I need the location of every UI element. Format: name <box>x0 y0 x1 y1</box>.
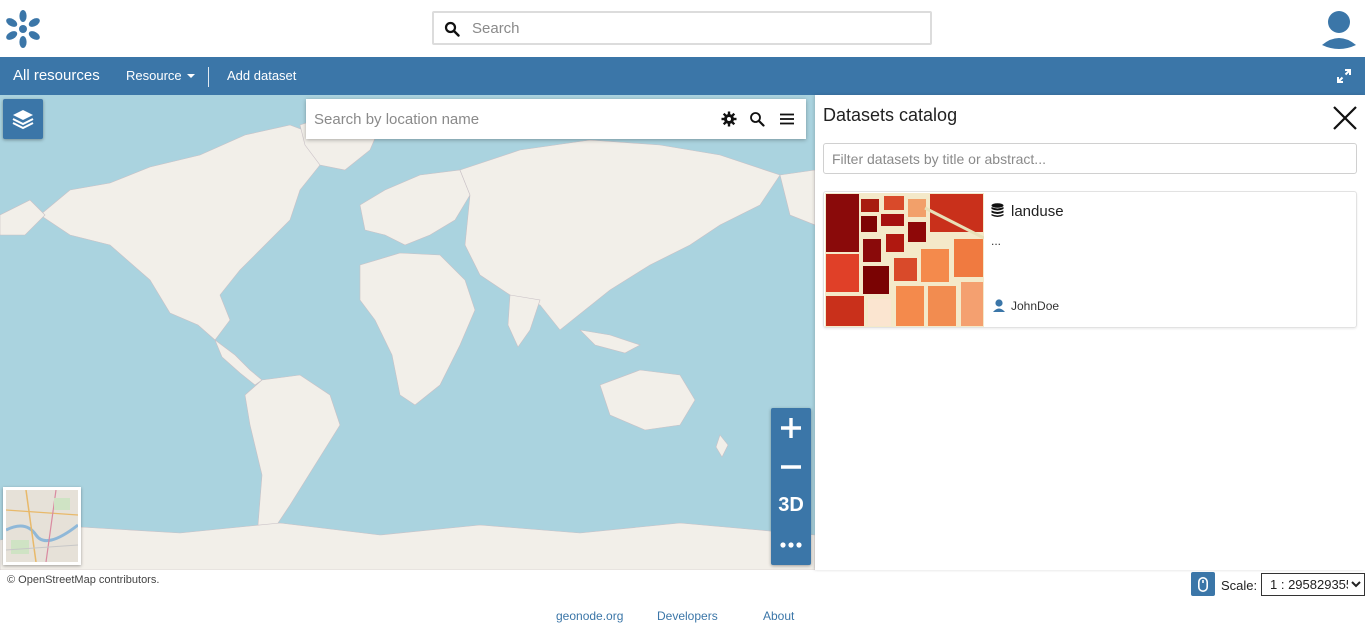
dataset-thumbnail <box>825 193 984 327</box>
nav-add-dataset[interactable]: Add dataset <box>227 68 296 83</box>
location-search-bar <box>306 99 806 139</box>
nav-bar: All resources Resource Add dataset <box>0 57 1365 95</box>
world-map[interactable] <box>0 95 815 570</box>
layers-icon <box>12 110 34 130</box>
footer-link-about[interactable]: About <box>763 609 794 623</box>
caret-down-icon <box>186 74 195 78</box>
search-icon <box>444 21 460 37</box>
dataset-owner[interactable]: JohnDoe <box>1011 299 1059 313</box>
datasets-catalog-panel: Datasets catalog Filter datasets by titl… <box>815 95 1365 570</box>
more-options-button[interactable] <box>771 525 811 564</box>
scale-label: Scale: <box>1221 578 1258 593</box>
zoom-out-button[interactable] <box>771 447 811 486</box>
nav-resource-label: Resource <box>126 68 182 83</box>
map-viewer[interactable]: 3D <box>0 95 815 570</box>
dataset-name[interactable]: landuse <box>1011 203 1064 220</box>
map-attribution: © OpenStreetMap contributors. <box>7 574 160 586</box>
zoom-in-button[interactable] <box>771 408 811 447</box>
catalog-filter <box>823 143 1357 174</box>
minus-icon <box>781 464 801 469</box>
landuse-thumbnail-image <box>825 193 984 327</box>
global-search[interactable] <box>432 11 932 45</box>
database-icon <box>991 203 1004 217</box>
catalog-title: Datasets catalog <box>823 105 958 125</box>
close-icon[interactable] <box>1331 104 1359 132</box>
toggle-3d-button[interactable]: 3D <box>771 486 811 525</box>
dataset-abstract: ... <box>991 234 1002 248</box>
expand-icon[interactable] <box>1337 69 1351 83</box>
footer-link-geonode[interactable]: geonode.org <box>556 609 623 623</box>
location-search-input[interactable] <box>314 107 704 131</box>
scale-select[interactable]: 1 : 295829355 <box>1261 573 1365 596</box>
footer-link-developers[interactable]: Developers <box>657 609 718 623</box>
mouse-position-button[interactable] <box>1191 572 1215 596</box>
layers-button[interactable] <box>3 99 43 139</box>
user-avatar-icon[interactable] <box>1320 9 1358 49</box>
map-controls: 3D <box>771 408 811 565</box>
nav-all-resources[interactable]: All resources <box>13 67 100 84</box>
search-icon[interactable] <box>749 111 765 127</box>
gear-icon[interactable] <box>721 111 737 127</box>
user-icon <box>993 299 1005 312</box>
background-switcher-thumbnail[interactable] <box>3 487 81 565</box>
mouse-icon <box>1198 576 1208 592</box>
top-header <box>0 0 1365 57</box>
nav-resource-dropdown[interactable]: Resource <box>126 68 195 83</box>
geonode-logo-icon[interactable] <box>3 9 43 49</box>
nav-divider <box>208 67 209 87</box>
ellipsis-icon <box>780 541 802 548</box>
catalog-filter-input[interactable] <box>832 149 1342 169</box>
dataset-card[interactable]: landuse ... JohnDoe <box>823 191 1357 328</box>
search-input[interactable] <box>472 15 922 41</box>
menu-icon[interactable] <box>779 111 795 127</box>
background-map-image <box>6 490 78 562</box>
plus-icon <box>781 417 801 438</box>
